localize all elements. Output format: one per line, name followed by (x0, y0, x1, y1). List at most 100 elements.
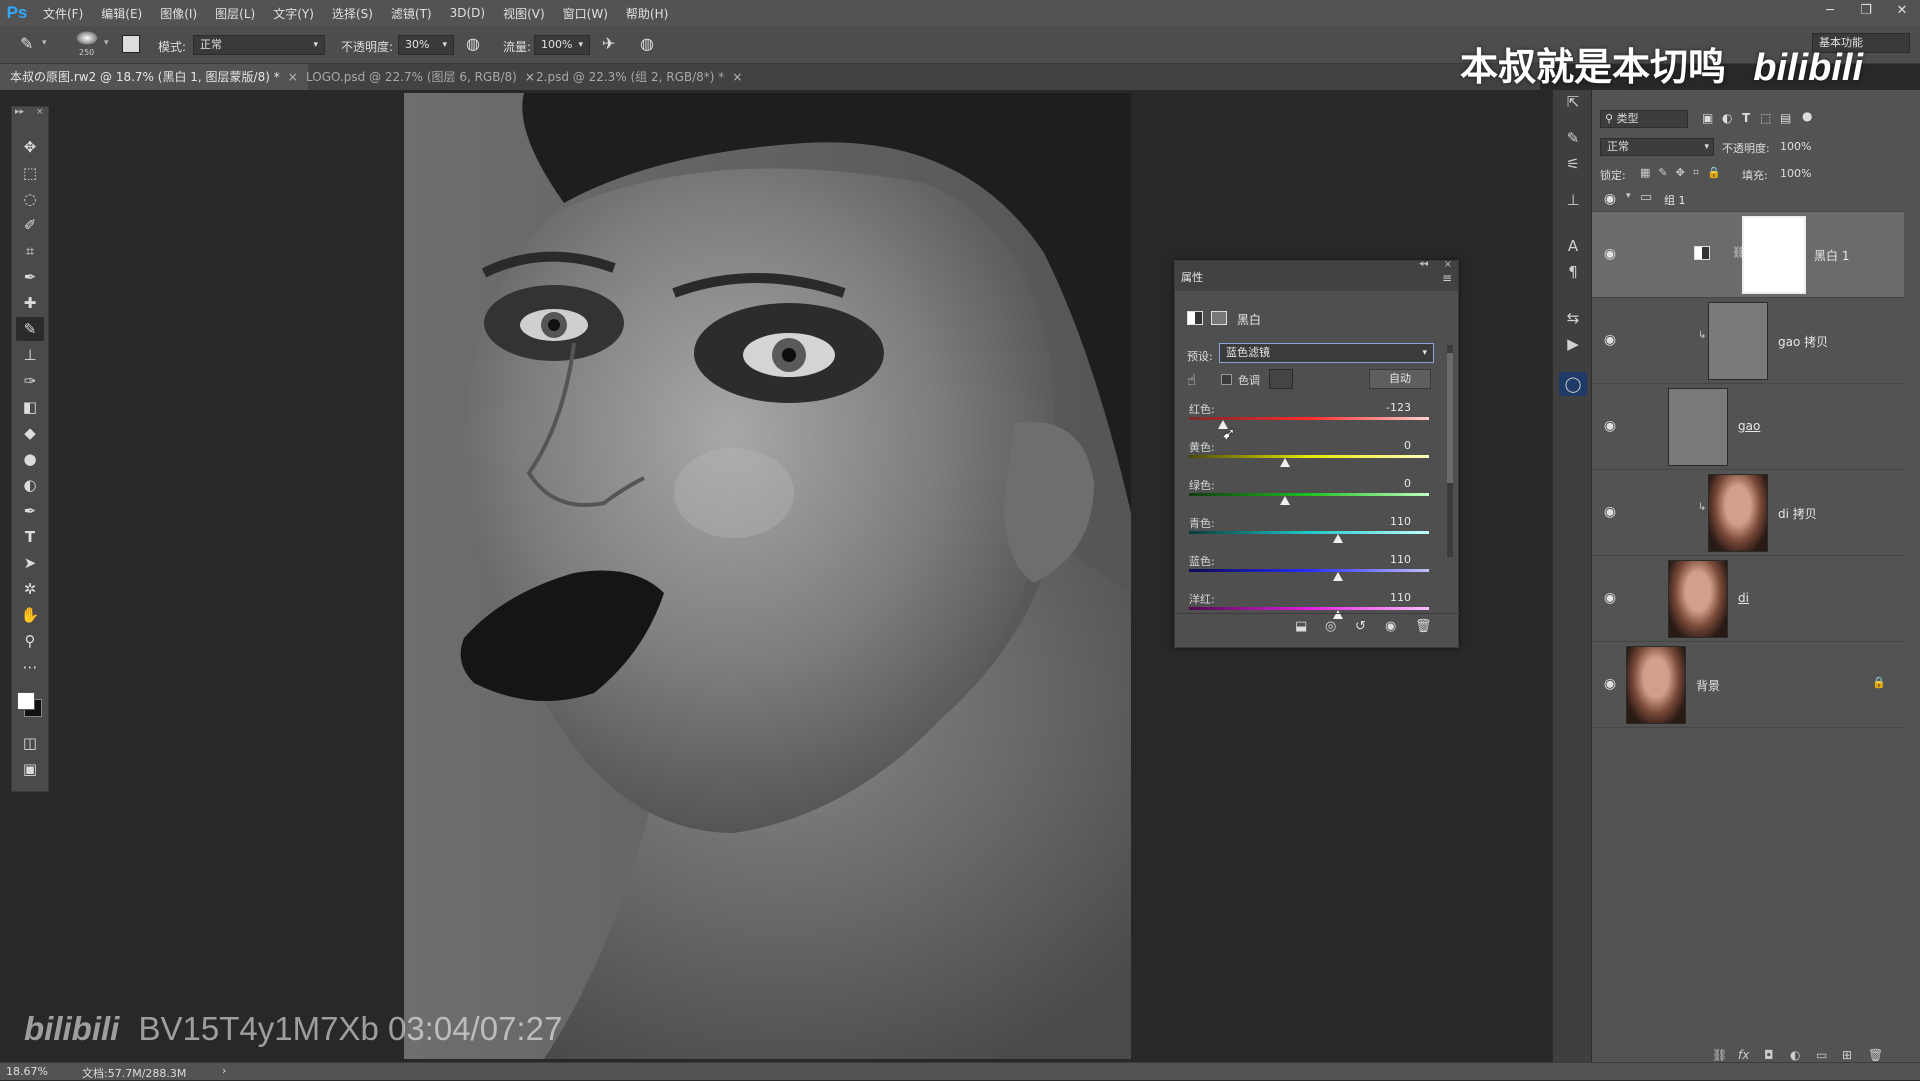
restore-button[interactable]: ❐ (1848, 0, 1884, 26)
chevron-down-icon[interactable]: ▾ (42, 38, 47, 48)
type-tool-icon[interactable]: T (16, 525, 44, 549)
slider-track[interactable] (1189, 455, 1429, 458)
slider-value[interactable]: 110 (1390, 553, 1411, 566)
menu-type[interactable]: 文字(Y) (264, 5, 323, 22)
layer-row[interactable]: ◉ 背景 🔒 (1592, 642, 1904, 728)
add-mask-icon[interactable]: ◘ (1764, 1048, 1774, 1062)
close-window-button[interactable]: ✕ (1884, 0, 1920, 26)
tint-color-swatch[interactable] (1269, 369, 1293, 389)
actions-play-icon[interactable]: ▶ (1559, 332, 1587, 356)
slider-value[interactable]: 0 (1404, 477, 1411, 490)
move-tool-icon[interactable]: ✥ (16, 135, 44, 159)
history-panel-icon[interactable]: ⇱ (1559, 90, 1587, 114)
layer-row[interactable]: ◉ di (1592, 556, 1904, 642)
slider-track[interactable] (1189, 569, 1429, 572)
properties-tab[interactable]: 属性 (1181, 269, 1203, 285)
history-brush-tool-icon[interactable]: ✑ (16, 369, 44, 393)
layer-row[interactable]: ◉ ↳ di 拷贝 (1592, 470, 1904, 556)
pressure-size-icon[interactable]: ◍ (640, 34, 654, 53)
character-panel-icon[interactable]: A (1559, 234, 1587, 258)
slider-track[interactable] (1189, 493, 1429, 496)
airbrush-icon[interactable]: ✈ (602, 34, 615, 53)
lasso-tool-icon[interactable]: ◌ (16, 187, 44, 211)
quick-select-tool-icon[interactable]: ✐ (16, 213, 44, 237)
visibility-icon[interactable]: ◉ (1385, 619, 1396, 634)
opacity-input[interactable]: 30% ▾ (398, 35, 454, 55)
crop-tool-icon[interactable]: ⌗ (16, 239, 44, 263)
mode-select[interactable]: 正常 ▾ (193, 35, 325, 55)
layer-row[interactable]: ◉ ⛓ 黑白 1 (1592, 212, 1904, 298)
adjustment-layer-icon[interactable]: ◐ (1790, 1048, 1800, 1062)
eye-icon[interactable]: ◉ (1602, 191, 1618, 207)
targeted-adjustment-hand-icon[interactable]: ☝ (1187, 371, 1196, 389)
adjustments-panel-icon[interactable]: ⚟ (1559, 152, 1587, 176)
eye-icon[interactable]: ◉ (1602, 590, 1618, 606)
brush-panel-toggle-icon[interactable] (122, 35, 140, 53)
menu-edit[interactable]: 编辑(E) (92, 5, 151, 22)
layer-filter-select[interactable]: ⚲ 类型 (1600, 110, 1688, 128)
tint-checkbox[interactable] (1221, 374, 1232, 385)
tab-document-3[interactable]: 2.psd @ 22.3% (组 2, RGB/8*) * × (526, 64, 752, 90)
brush-settings-icon[interactable]: ✎ (1559, 126, 1587, 150)
filter-toggle-icon[interactable]: ● (1802, 109, 1812, 123)
minimize-button[interactable]: ─ (1812, 0, 1848, 26)
preset-select[interactable]: 蓝色滤镜 ▾ (1219, 343, 1434, 363)
close-icon[interactable]: × (732, 70, 742, 84)
mask-icon[interactable] (1211, 311, 1227, 325)
document-canvas-image[interactable] (404, 93, 1131, 1059)
menu-view[interactable]: 视图(V) (494, 5, 554, 22)
eye-icon[interactable]: ◉ (1602, 676, 1618, 692)
scrollbar-thumb[interactable] (1447, 353, 1453, 483)
paragraph-panel-icon[interactable]: ¶ (1559, 260, 1587, 284)
path-selection-tool-icon[interactable]: ➤ (16, 551, 44, 575)
type-filter-icon[interactable]: T (1742, 111, 1750, 125)
hand-tool-icon[interactable]: ✋ (16, 603, 44, 627)
eraser-tool-icon[interactable]: ◧ (16, 395, 44, 419)
close-icon[interactable]: × (1444, 259, 1452, 270)
swatches-panel-icon[interactable]: ⇆ (1559, 306, 1587, 330)
zoom-tool-icon[interactable]: ⚲ (16, 629, 44, 653)
pixel-filter-icon[interactable]: ▣ (1702, 111, 1713, 125)
pen-tool-icon[interactable]: ✒ (16, 499, 44, 523)
close-icon[interactable]: × (36, 107, 44, 117)
eye-icon[interactable]: ◉ (1602, 332, 1618, 348)
shape-filter-icon[interactable]: ⬚ (1760, 111, 1771, 125)
slider-track[interactable] (1189, 531, 1429, 534)
fill-value[interactable]: 100% (1780, 167, 1811, 180)
slider-thumb[interactable] (1280, 496, 1290, 505)
view-previous-icon[interactable]: ◎ (1325, 619, 1336, 634)
blur-tool-icon[interactable]: ● (16, 447, 44, 471)
collapse-icon[interactable]: ▸▸ (15, 107, 24, 117)
adjustment-filter-icon[interactable]: ◐ (1722, 111, 1732, 125)
slider-thumb[interactable] (1332, 534, 1343, 543)
layer-group-row[interactable]: ◉ ▾ ▭ 组 1 (1592, 186, 1904, 212)
layer-row[interactable]: ◉ gao (1592, 384, 1904, 470)
menu-filter[interactable]: 滤镜(T) (382, 5, 441, 22)
menu-select[interactable]: 选择(S) (323, 5, 382, 22)
new-group-icon[interactable]: ▭ (1816, 1048, 1827, 1062)
eyedropper-tool-icon[interactable]: ✒ (16, 265, 44, 289)
foreground-color-swatch[interactable] (17, 692, 35, 710)
chevron-right-icon[interactable]: › (222, 1064, 226, 1077)
brush-tool-icon[interactable]: ✎ (16, 317, 44, 341)
marquee-tool-icon[interactable]: ⬚ (16, 161, 44, 185)
clone-stamp-tool-icon[interactable]: ⊥ (16, 343, 44, 367)
slider-thumb[interactable] (1332, 610, 1343, 619)
slider-value[interactable]: 110 (1390, 515, 1411, 528)
lock-options-icon[interactable]: ▦✎✥⌗🔒 (1640, 166, 1729, 180)
quick-mask-icon[interactable]: ◫ (16, 731, 44, 755)
slider-value[interactable]: -123 (1386, 401, 1411, 414)
chevron-down-icon[interactable]: ▾ (1626, 191, 1631, 201)
clip-to-layer-icon[interactable]: ⬓ (1295, 619, 1307, 634)
link-layers-icon[interactable]: ⛓ (1712, 1048, 1727, 1062)
fx-icon[interactable]: fx (1738, 1048, 1749, 1062)
new-layer-icon[interactable]: ⊞ (1842, 1048, 1852, 1062)
menu-window[interactable]: 窗口(W) (554, 5, 617, 22)
brush-tool-icon[interactable]: ✎ (20, 34, 33, 53)
slider-value[interactable]: 0 (1404, 439, 1411, 452)
smart-object-filter-icon[interactable]: ▤ (1780, 111, 1791, 125)
brush-preview-icon[interactable] (76, 31, 98, 45)
screen-mode-icon[interactable]: ▣ (16, 757, 44, 781)
shape-tool-icon[interactable]: ✲ (16, 577, 44, 601)
more-tools-icon[interactable]: ⋯ (16, 655, 44, 679)
